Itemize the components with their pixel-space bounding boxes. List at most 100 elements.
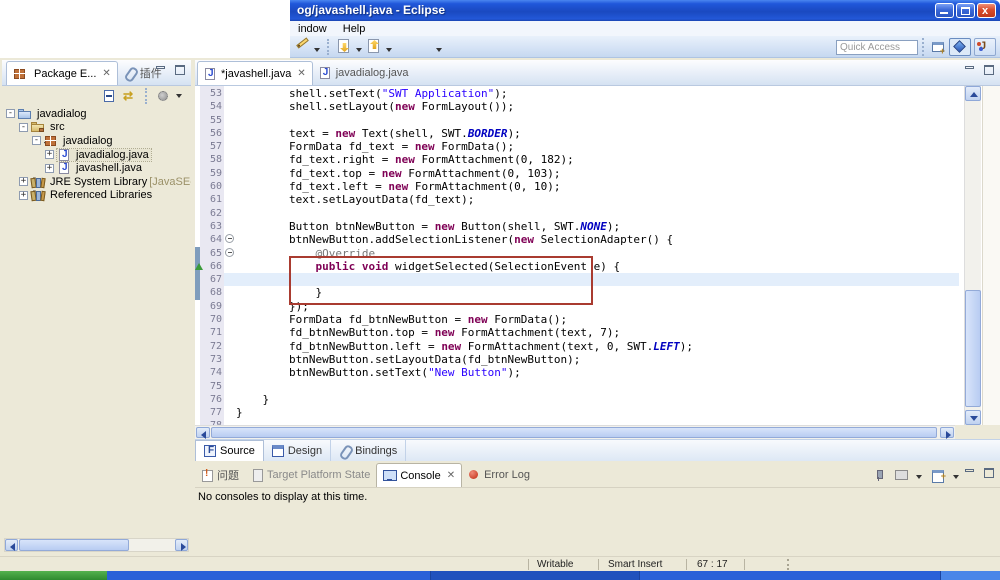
- package-explorer-hscrollbar[interactable]: [4, 538, 189, 552]
- back-icon[interactable]: [416, 38, 433, 55]
- menu-help[interactable]: Help: [335, 23, 374, 35]
- display-selected-console-icon[interactable]: [894, 469, 908, 481]
- pencil-dropdown-icon[interactable]: [314, 48, 320, 52]
- back-dropdown-icon[interactable]: [436, 48, 442, 52]
- pin-console-icon[interactable]: [872, 469, 886, 481]
- open-perspective-icon[interactable]: +: [929, 39, 946, 56]
- expand-icon[interactable]: +: [19, 191, 28, 200]
- tree-item-javadialog[interactable]: -Jjavadialog: [2, 107, 191, 121]
- tree-item-jre-system-library[interactable]: +JJRE System Library [JavaSE-1.: [2, 175, 191, 189]
- package-icon: J: [44, 135, 58, 147]
- line-number: 59: [200, 167, 222, 180]
- tree-item-label: javadialog.java: [74, 149, 151, 161]
- display-console-dropdown-icon[interactable]: [916, 475, 922, 479]
- package-explorer-toolbar: ⇄: [2, 86, 191, 106]
- source-tab-label: Source: [220, 445, 255, 457]
- line-number: 74: [200, 366, 222, 379]
- maximize-view-icon[interactable]: [174, 65, 187, 76]
- code-line-73: btnNewButton.setLayoutData(fd_btnNewButt…: [236, 353, 693, 366]
- tree-item-javashell-java[interactable]: +Jjavashell.java: [2, 161, 191, 175]
- console-empty-message: No consoles to display at this time.: [198, 491, 367, 503]
- menu-window[interactable]: indow: [290, 23, 335, 35]
- next-annotation-icon[interactable]: [336, 38, 353, 55]
- bindings-icon: [339, 445, 351, 457]
- window-title: og/javashell.java - Eclipse: [297, 3, 445, 17]
- windowbuilder-perspective-button[interactable]: [949, 38, 971, 56]
- link-with-editor-icon[interactable]: ⇄: [122, 90, 137, 103]
- collapse-icon[interactable]: -: [19, 123, 28, 132]
- annotation-pencil-icon[interactable]: [294, 38, 311, 55]
- line-number: 67: [200, 273, 222, 286]
- line-number: 64: [200, 233, 222, 246]
- code-line-78: [236, 419, 693, 425]
- view-menu-icon[interactable]: [176, 94, 182, 98]
- code-editor[interactable]: 5354555657585960616263646566676869707172…: [195, 86, 1000, 425]
- previous-annotation-icon[interactable]: [366, 38, 383, 55]
- collapse-icon[interactable]: -: [6, 109, 15, 118]
- close-window-button[interactable]: x: [977, 3, 996, 18]
- tab-package-explorer[interactable]: Package E... ✕: [6, 61, 118, 85]
- overview-ruler[interactable]: [982, 86, 1000, 425]
- tab-target-platform-state[interactable]: Target Platform State: [245, 463, 376, 487]
- close-icon[interactable]: ✕: [297, 68, 305, 79]
- tab-design[interactable]: Design: [264, 440, 331, 461]
- taskbar-task-button[interactable]: [430, 571, 640, 580]
- next-annotation-dropdown-icon[interactable]: [356, 48, 362, 52]
- minimize-view-icon[interactable]: [964, 468, 977, 479]
- fold-collapse-icon[interactable]: [225, 248, 234, 257]
- minimize-window-button[interactable]: [935, 3, 954, 18]
- package-explorer-tab-label: Package E...: [34, 68, 96, 80]
- previous-annotation-dropdown-icon[interactable]: [386, 48, 392, 52]
- editor-hscrollbar[interactable]: [195, 425, 955, 439]
- tab-bindings[interactable]: Bindings: [331, 440, 406, 461]
- tab-source[interactable]: Source: [195, 440, 264, 461]
- line-number: 54: [200, 100, 222, 113]
- line-number: 60: [200, 180, 222, 193]
- tree-item-referenced-libraries[interactable]: +JReferenced Libraries: [2, 189, 191, 203]
- tab-javashell[interactable]: J *javashell.java ✕: [197, 61, 313, 85]
- editor-vscrollbar[interactable]: [964, 86, 981, 425]
- close-icon[interactable]: ✕: [102, 68, 110, 79]
- code-line-63: Button btnNewButton = new Button(shell, …: [236, 220, 693, 233]
- quick-access-input[interactable]: [836, 40, 918, 55]
- last-edit-location-icon[interactable]: [396, 38, 413, 55]
- tree-item-label: javadialog: [35, 108, 89, 120]
- java-perspective-button[interactable]: J: [974, 38, 996, 56]
- open-console-icon[interactable]: [931, 469, 945, 481]
- code-line-74: btnNewButton.setText("New Button");: [236, 366, 693, 379]
- line-number: 66: [200, 260, 222, 273]
- tab-problems[interactable]: 问题: [195, 463, 245, 487]
- expand-icon[interactable]: +: [45, 150, 54, 159]
- tree-item-decorator: [JavaSE-1.: [149, 176, 191, 188]
- expand-icon[interactable]: +: [45, 164, 54, 173]
- tree-item-javadialog-java[interactable]: +Jjavadialog.java: [2, 148, 191, 162]
- target-platform-tab-label: Target Platform State: [267, 469, 370, 481]
- maximize-view-icon[interactable]: [983, 468, 996, 479]
- tab-console[interactable]: Console ✕: [376, 463, 462, 487]
- code-line-57: FormData fd_text = new FormData();: [236, 140, 693, 153]
- minimize-view-icon[interactable]: [155, 65, 168, 76]
- code-line-56: text = new Text(shell, SWT.BORDER);: [236, 127, 693, 140]
- open-console-dropdown-icon[interactable]: [953, 475, 959, 479]
- status-bar: Writable Smart Insert 67 : 17: [0, 556, 1000, 571]
- code-line-62: [236, 207, 693, 220]
- tab-error-log[interactable]: Error Log: [462, 463, 536, 487]
- minimize-view-icon[interactable]: [964, 65, 977, 76]
- window-titlebar: og/javashell.java - Eclipse x: [290, 0, 1000, 21]
- expand-icon[interactable]: +: [19, 177, 28, 186]
- annotation-rectangle: [289, 256, 593, 305]
- line-number: 71: [200, 326, 222, 339]
- restore-window-button[interactable]: [956, 3, 975, 18]
- maximize-view-icon[interactable]: [983, 65, 996, 76]
- close-icon[interactable]: ✕: [447, 470, 455, 481]
- menubar: indow Help: [290, 21, 1000, 36]
- tree-item-src[interactable]: -Jsrc: [2, 121, 191, 135]
- tab-javadialog[interactable]: J javadialog.java: [313, 61, 415, 85]
- tree-item-javadialog[interactable]: -Jjavadialog: [2, 134, 191, 148]
- fold-collapse-icon[interactable]: [225, 234, 234, 243]
- collapse-all-icon[interactable]: [102, 90, 117, 103]
- plugins-icon: [124, 67, 136, 79]
- start-button[interactable]: [0, 571, 107, 580]
- filters-gear-icon[interactable]: [156, 90, 171, 103]
- collapse-icon[interactable]: -: [32, 136, 41, 145]
